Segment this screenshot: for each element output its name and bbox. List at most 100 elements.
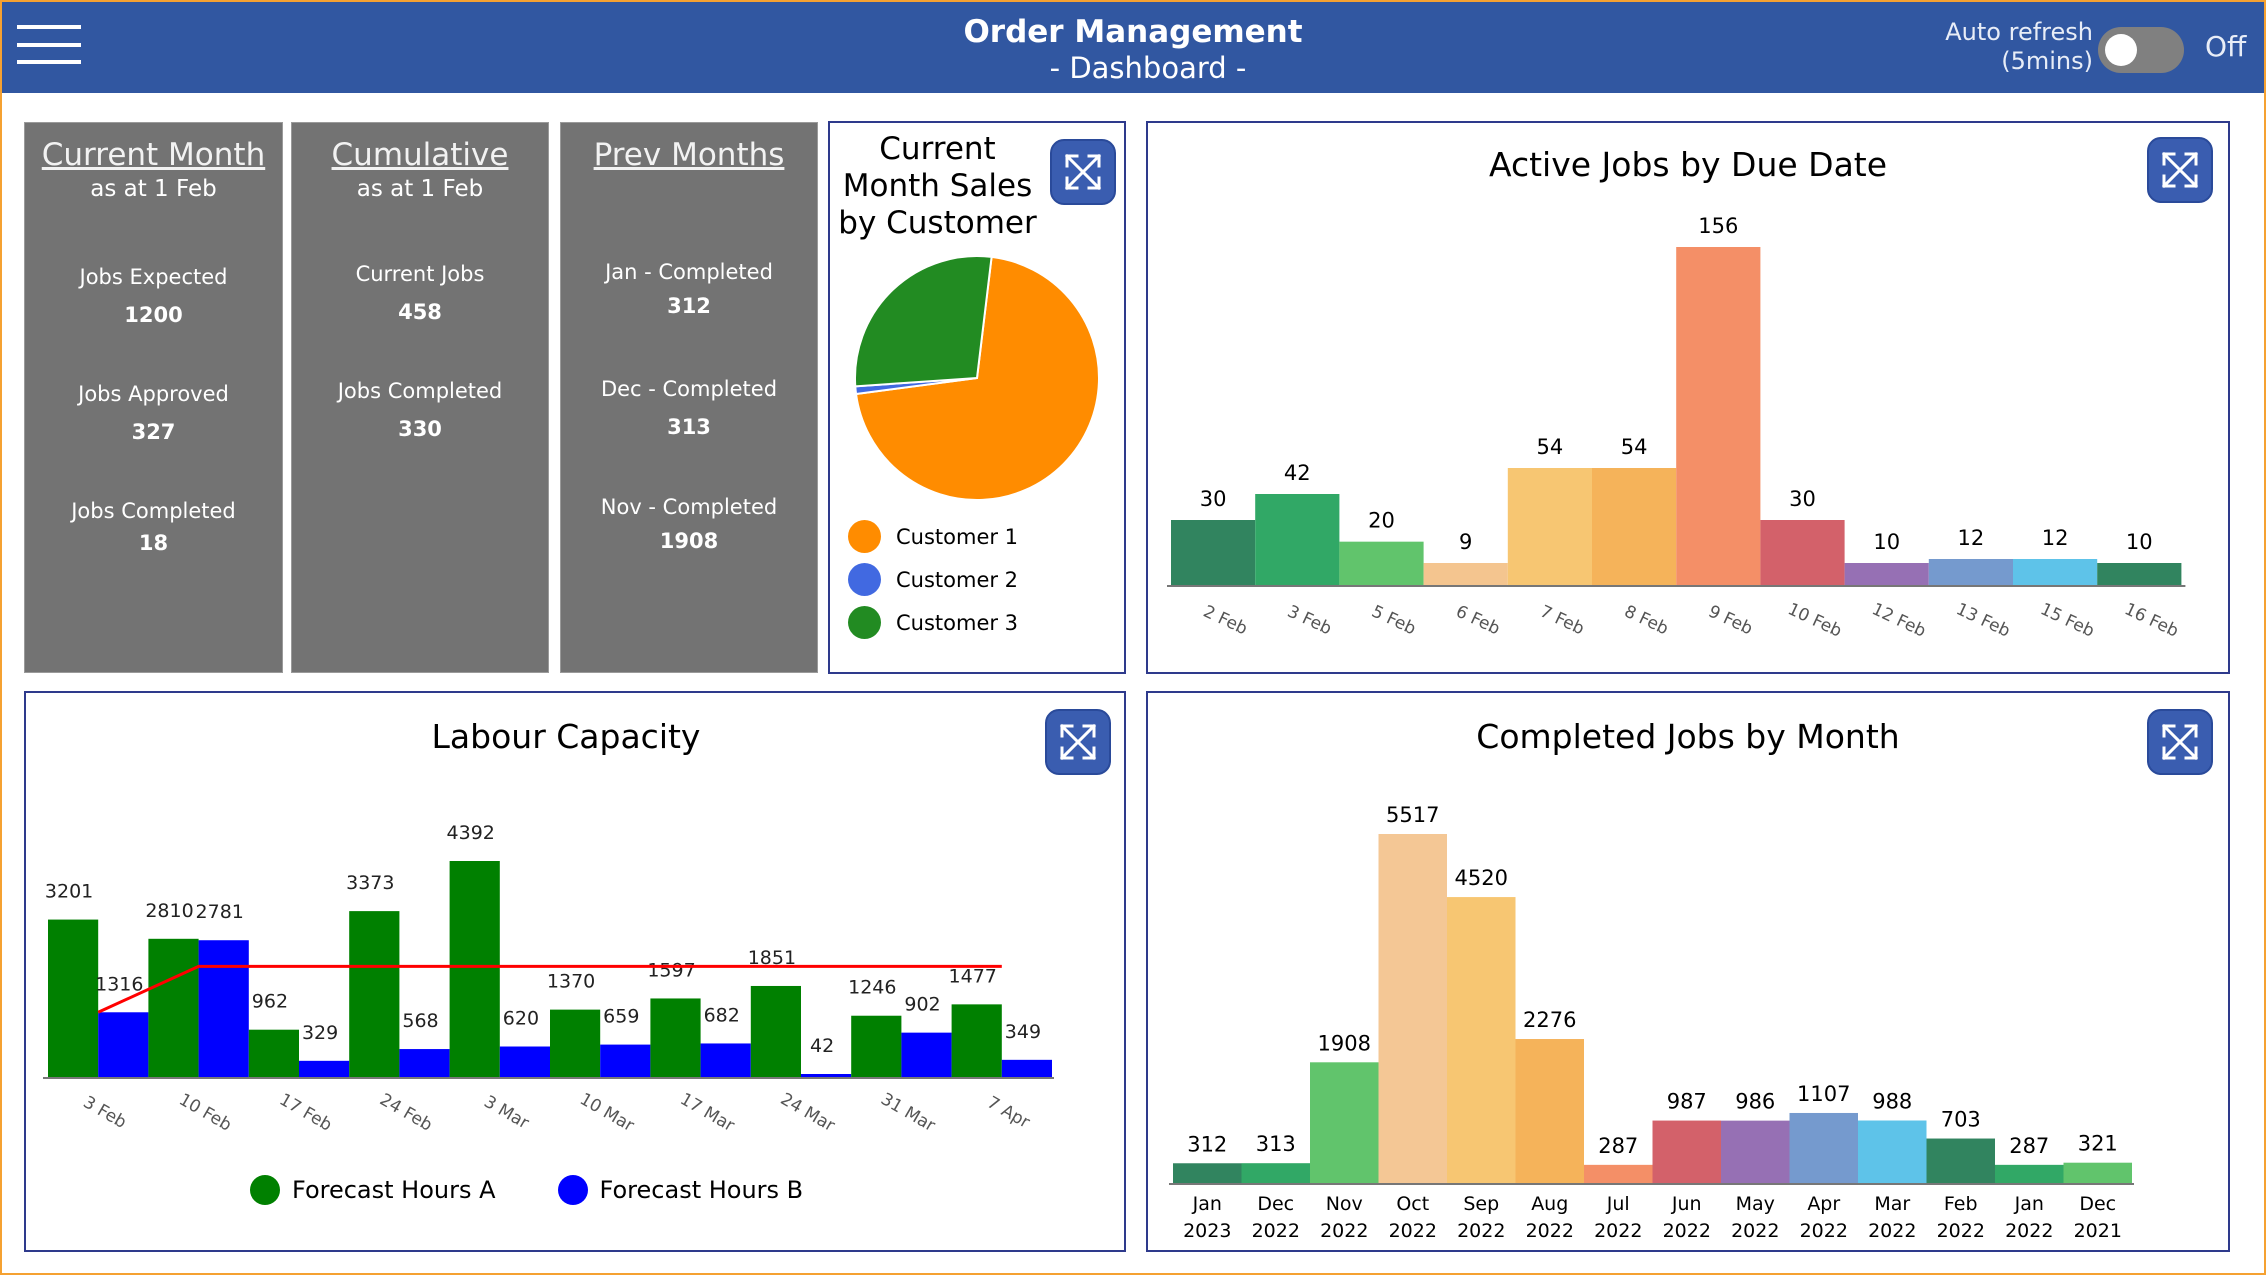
data-label: 1477 bbox=[949, 965, 997, 987]
bar bbox=[1507, 468, 1592, 585]
x-tick-label: 10 Feb bbox=[175, 1090, 234, 1136]
x-tick-label: 3 Feb bbox=[1284, 602, 1334, 640]
kpi-label: Current Jobs bbox=[355, 262, 485, 286]
bar bbox=[1789, 1112, 1858, 1183]
auto-refresh-toggle[interactable] bbox=[2098, 27, 2184, 73]
data-label: 42 bbox=[1284, 461, 1311, 485]
x-tick-label: Dec bbox=[2079, 1193, 2116, 1215]
data-label: 703 bbox=[1941, 1108, 1981, 1132]
kpi-value: 458 bbox=[398, 300, 442, 324]
kpi-label: Dec - Completed bbox=[600, 377, 778, 401]
x-tick-label: 2022 bbox=[1320, 1220, 1368, 1242]
x-tick-label: 10 Feb bbox=[1784, 599, 1844, 641]
kpi-value: 1200 bbox=[124, 303, 183, 327]
data-label: 568 bbox=[402, 1010, 438, 1032]
labour-legend: Forecast Hours A Forecast Hours B bbox=[250, 1175, 803, 1211]
kpi-card-current-month: Current Month as at 1 Feb Jobs Expected … bbox=[24, 122, 283, 673]
x-tick-label: 5 Feb bbox=[1368, 602, 1418, 640]
legend-swatch bbox=[250, 1175, 280, 1205]
app-header: Order Management - Dashboard - Auto refr… bbox=[0, 0, 2266, 93]
pie-title-line: Current bbox=[879, 131, 996, 167]
x-tick-label: Apr bbox=[1807, 1193, 1840, 1215]
x-tick-label: 2022 bbox=[2005, 1220, 2053, 1242]
data-label: 313 bbox=[1256, 1132, 1296, 1156]
bar bbox=[1423, 563, 1508, 585]
data-label: 1370 bbox=[547, 971, 595, 993]
labour-capacity-chart: 3201 1316 3 Feb 2810 2781 10 Feb 962 329 17 Feb 3… bbox=[43, 822, 1054, 1136]
kpi-subheading: as at 1 Feb bbox=[356, 176, 484, 202]
x-tick-label: 6 Feb bbox=[1453, 602, 1503, 640]
kpi-label: Nov - Completed bbox=[600, 495, 778, 519]
x-tick-label: Mar bbox=[1874, 1193, 1910, 1215]
kpi-value: 312 bbox=[667, 294, 711, 318]
x-tick-label: 24 Feb bbox=[376, 1090, 435, 1136]
bar bbox=[1928, 559, 2013, 585]
data-label: 1597 bbox=[647, 959, 695, 981]
x-tick-label: 17 Mar bbox=[676, 1089, 737, 1136]
bar-forecast-a bbox=[650, 998, 701, 1077]
pie-slice-customer-3 bbox=[854, 255, 993, 388]
app-title: Order Management bbox=[963, 14, 1303, 50]
bar-forecast-a bbox=[851, 1015, 902, 1077]
auto-refresh-label-line2: (5mins) bbox=[2001, 47, 2093, 75]
pie-chart bbox=[854, 255, 1100, 501]
data-label: 9 bbox=[1459, 530, 1472, 554]
x-tick-label: Nov bbox=[1326, 1193, 1363, 1215]
x-tick-label: 2022 bbox=[1663, 1220, 1711, 1242]
auto-refresh-label-line1: Auto refresh bbox=[1945, 18, 2093, 46]
bar bbox=[1995, 1164, 2064, 1183]
bar bbox=[2097, 563, 2182, 585]
legend-item: Forecast Hours B bbox=[557, 1175, 803, 1205]
x-tick-label: 24 Mar bbox=[777, 1089, 838, 1136]
x-tick-label: Sep bbox=[1463, 1193, 1499, 1215]
bar bbox=[1584, 1164, 1653, 1183]
legend-item: Customer 2 bbox=[848, 558, 1018, 601]
kpi-label: Jobs Completed bbox=[337, 379, 503, 403]
kpi-heading: Prev Months bbox=[593, 137, 785, 173]
x-tick-label: 7 Feb bbox=[1537, 602, 1587, 640]
data-label: 620 bbox=[503, 1008, 539, 1030]
data-label: 329 bbox=[302, 1022, 338, 1044]
bar-forecast-b bbox=[801, 1074, 852, 1077]
bar bbox=[1255, 494, 1340, 585]
data-label: 349 bbox=[1005, 1021, 1041, 1043]
bar-forecast-a bbox=[48, 919, 99, 1077]
x-tick-label: 2022 bbox=[1526, 1220, 1574, 1242]
data-label: 12 bbox=[2042, 526, 2069, 550]
panel-labour-capacity: Labour Capacity 3201 1316 3 Feb 2810 2781 10 … bbox=[24, 691, 1126, 1252]
pie-legend: Customer 1 Customer 2 Customer 3 bbox=[848, 515, 1018, 644]
bar-forecast-a bbox=[750, 985, 801, 1077]
x-tick-label: 2022 bbox=[1457, 1220, 1505, 1242]
bar-forecast-b bbox=[399, 1049, 450, 1077]
bar bbox=[1241, 1163, 1310, 1183]
x-tick-label: 2022 bbox=[1937, 1220, 1985, 1242]
bar-forecast-b bbox=[700, 1043, 751, 1077]
legend-label: Forecast Hours A bbox=[292, 1176, 496, 1204]
kpi-label: Jan - Completed bbox=[605, 260, 773, 284]
expand-icon bbox=[1064, 153, 1102, 191]
pie-title-line: Month Sales bbox=[842, 168, 1033, 204]
x-tick-label: Oct bbox=[1396, 1193, 1429, 1215]
legend-swatch bbox=[848, 606, 881, 639]
x-tick-label: 16 Feb bbox=[2121, 599, 2181, 641]
bar-forecast-b bbox=[901, 1032, 952, 1077]
bar bbox=[1171, 520, 1256, 585]
x-tick-label: 2022 bbox=[1252, 1220, 1300, 1242]
bar-forecast-a bbox=[449, 861, 500, 1077]
x-tick-label: 17 Feb bbox=[276, 1090, 335, 1136]
x-tick-label: 2022 bbox=[1389, 1220, 1437, 1242]
bar bbox=[1926, 1138, 1995, 1183]
data-label: 1316 bbox=[95, 973, 143, 995]
data-label: 312 bbox=[1187, 1132, 1227, 1156]
bar bbox=[1378, 834, 1447, 1183]
expand-sales-chart-button[interactable] bbox=[1050, 139, 1116, 205]
bar bbox=[2013, 559, 2098, 585]
x-tick-label: 2023 bbox=[1183, 1220, 1231, 1242]
x-tick-label: 2022 bbox=[1594, 1220, 1642, 1242]
x-tick-label: 3 Feb bbox=[80, 1092, 130, 1132]
panel-active-jobs: Active Jobs by Due Date 30 2 Feb 42 3 Feb 20… bbox=[1146, 121, 2230, 674]
kpi-card-cumulative: Cumulative as at 1 Feb Current Jobs 458 … bbox=[291, 122, 549, 673]
kpi-jan-completed: Jan - Completed 312 bbox=[561, 258, 817, 320]
bar-forecast-a bbox=[349, 911, 400, 1077]
bar-forecast-b bbox=[1001, 1059, 1052, 1077]
